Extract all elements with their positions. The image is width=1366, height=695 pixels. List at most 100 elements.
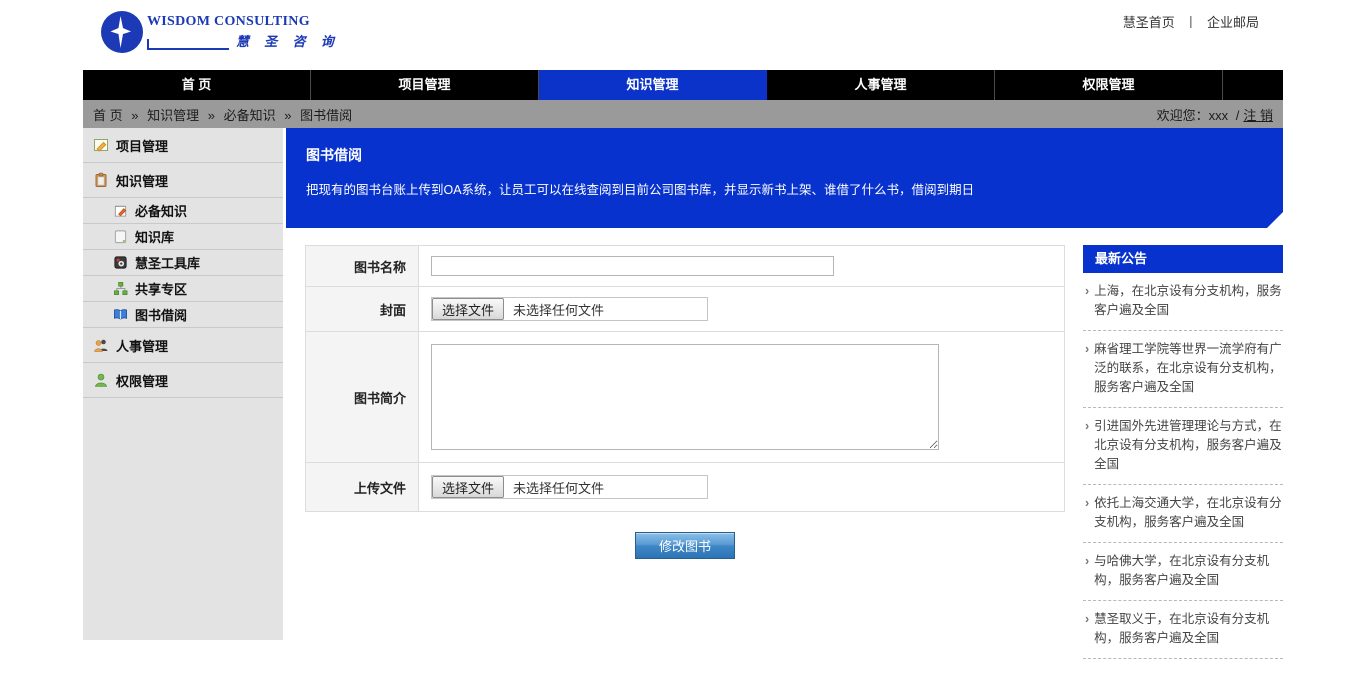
sidebar-item-label: 项目管理 <box>116 138 169 154</box>
tab-permission-management[interactable]: 权限管理 <box>995 70 1223 100</box>
content-body: 图书名称 封面 选择文件 未选择任何文件 图书简介 上传文件 选择文件 未选择任… <box>305 245 1283 659</box>
breadcrumb-separator: » <box>207 107 215 123</box>
notice-item[interactable]: › 麻省理工学院等世界一流学府有广泛的联系，在北京设有分支机构，服务客户遍及全国 <box>1083 331 1283 408</box>
top-bar: WISDOM CONSULTING 慧 圣 咨 询 慧圣首页 丨 企业邮局 <box>83 0 1283 70</box>
sidebar-item-label: 慧圣工具库 <box>135 256 201 271</box>
tab-hr-management[interactable]: 人事管理 <box>767 70 995 100</box>
logout-link[interactable]: 注 销 <box>1243 108 1273 123</box>
sidebar-item-project-management[interactable]: 项目管理 <box>83 128 283 163</box>
form-row-cover: 封面 选择文件 未选择任何文件 <box>306 287 1064 332</box>
cover-file-input[interactable]: 选择文件 未选择任何文件 <box>431 297 708 321</box>
breadcrumb-current-page: 图书借阅 <box>300 107 353 123</box>
sidebar-item-shared-zone[interactable]: 共享专区 <box>83 276 283 302</box>
home-portal-link[interactable]: 慧圣首页 <box>1123 15 1175 30</box>
sidebar-item-label: 必备知识 <box>135 204 188 219</box>
brand-name-chinese: 慧 圣 咨 询 <box>236 34 340 49</box>
upload-choose-file-button[interactable]: 选择文件 <box>432 476 505 498</box>
content-area: 图书借阅 把现有的图书台账上传到OA系统，让员工可以在线查阅到目前公司图书库，并… <box>283 128 1283 659</box>
toolbox-gear-icon <box>114 256 127 269</box>
breadcrumb-knowledge[interactable]: 知识管理 <box>147 108 199 123</box>
notice-item[interactable]: › 上海，在北京设有分支机构，服务客户遍及全国 <box>1083 273 1283 331</box>
latest-notices-panel: 最新公告 › 上海，在北京设有分支机构，服务客户遍及全国 › 麻省理工学院等世界… <box>1083 245 1283 659</box>
sidebar-item-knowledge-management[interactable]: 知识管理 <box>83 163 283 198</box>
welcome-area: 欢迎您：xxx / 注 销 <box>1157 105 1273 124</box>
page-description: 把现有的图书台账上传到OA系统，让员工可以在线查阅到目前公司图书库，并显示新书上… <box>306 183 975 197</box>
people-icon <box>94 339 108 352</box>
sidebar-item-hr-management[interactable]: 人事管理 <box>83 328 283 363</box>
notice-bullet-icon: › <box>1085 284 1090 298</box>
book-name-input[interactable] <box>431 256 834 276</box>
notice-item[interactable]: › 依托上海交通大学，在北京设有分支机构，服务客户遍及全国 <box>1083 485 1283 543</box>
notice-bullet-icon: › <box>1085 342 1090 356</box>
sidebar-item-label: 知识管理 <box>116 173 169 189</box>
breadcrumb: 首 页 » 知识管理 » 必备知识 » 图书借阅 <box>93 105 352 124</box>
breadcrumb-separator: » <box>284 107 292 123</box>
notice-bullet-icon: › <box>1085 419 1090 433</box>
note-pencil-icon <box>94 139 108 152</box>
brand-name: WISDOM CONSULTING <box>147 14 310 29</box>
company-logo: WISDOM CONSULTING 慧 圣 咨 询 <box>101 11 340 53</box>
main-area: 项目管理 知识管理 必备知识 知识库 慧圣工具库 共享专区 图书借阅 人事管理 … <box>83 128 1283 659</box>
welcome-prefix: 欢迎您： <box>1156 107 1209 123</box>
form-row-book-intro: 图书简介 <box>306 332 1064 463</box>
sidebar-item-essential-knowledge[interactable]: 必备知识 <box>83 198 283 224</box>
page-title: 图书借阅 <box>306 147 362 163</box>
page-banner: 图书借阅 把现有的图书台账上传到OA系统，让员工可以在线查阅到目前公司图书库，并… <box>286 128 1283 228</box>
sidebar-item-permission-management[interactable]: 权限管理 <box>83 363 283 398</box>
sidebar-item-label: 权限管理 <box>116 373 169 389</box>
breadcrumb-separator: » <box>131 107 139 123</box>
top-links: 慧圣首页 丨 企业邮局 <box>1123 12 1259 31</box>
sidebar-item-knowledge-base[interactable]: 知识库 <box>83 224 283 250</box>
welcome-slash: / <box>1235 107 1240 123</box>
enterprise-mail-link[interactable]: 企业邮局 <box>1207 15 1259 30</box>
nav-filler <box>1223 70 1283 100</box>
notice-text: 麻省理工学院等世界一流学府有广泛的联系，在北京设有分支机构，服务客户遍及全国 <box>1094 342 1282 394</box>
book-edit-form: 图书名称 封面 选择文件 未选择任何文件 图书简介 上传文件 选择文件 未选择任… <box>305 245 1065 559</box>
notepad-edit-icon <box>114 205 127 217</box>
cover-label: 封面 <box>306 287 419 331</box>
form-row-upload-file: 上传文件 选择文件 未选择任何文件 <box>306 463 1064 511</box>
breadcrumb-home[interactable]: 首 页 <box>93 108 123 123</box>
cover-file-status: 未选择任何文件 <box>513 302 605 318</box>
tab-home[interactable]: 首 页 <box>83 70 311 100</box>
tab-project-management[interactable]: 项目管理 <box>311 70 539 100</box>
logo-star-icon <box>101 11 143 53</box>
form-table: 图书名称 封面 选择文件 未选择任何文件 图书简介 上传文件 选择文件 未选择任… <box>305 245 1065 512</box>
logo-text: WISDOM CONSULTING 慧 圣 咨 询 <box>147 14 340 50</box>
tab-knowledge-management[interactable]: 知识管理 <box>539 70 767 100</box>
sidebar-item-label: 共享专区 <box>135 282 188 297</box>
book-intro-label: 图书简介 <box>306 332 419 462</box>
top-links-separator: 丨 <box>1184 15 1198 30</box>
cover-choose-file-button[interactable]: 选择文件 <box>432 298 505 320</box>
sidebar-item-label: 知识库 <box>135 230 175 245</box>
sidebar-item-book-borrowing[interactable]: 图书借阅 <box>83 302 283 328</box>
username: xxx <box>1208 107 1229 123</box>
notice-text: 慧圣取义于，在北京设有分支机构，服务客户遍及全国 <box>1094 612 1270 645</box>
main-nav: 首 页 项目管理 知识管理 人事管理 权限管理 <box>83 70 1283 100</box>
notice-text: 上海，在北京设有分支机构，服务客户遍及全国 <box>1094 284 1282 317</box>
sitemap-icon <box>114 282 128 295</box>
notice-item[interactable]: › 与哈佛大学，在北京设有分支机构，服务客户遍及全国 <box>1083 543 1283 601</box>
upload-file-input[interactable]: 选择文件 未选择任何文件 <box>431 475 708 499</box>
breadcrumb-essential-knowledge[interactable]: 必备知识 <box>224 108 276 123</box>
notice-bullet-icon: › <box>1085 612 1090 626</box>
book-intro-textarea[interactable] <box>431 344 939 450</box>
book-icon <box>114 230 127 244</box>
notice-item[interactable]: › 慧圣取义于，在北京设有分支机构，服务客户遍及全国 <box>1083 601 1283 659</box>
page: WISDOM CONSULTING 慧 圣 咨 询 慧圣首页 丨 企业邮局 首 … <box>83 0 1283 659</box>
logo-underline <box>147 39 229 50</box>
clipboard-icon <box>95 172 107 187</box>
open-book-icon <box>114 309 127 320</box>
person-icon <box>95 373 107 387</box>
modify-book-button[interactable]: 修改图书 <box>635 532 735 559</box>
upload-file-status: 未选择任何文件 <box>513 480 605 496</box>
form-row-book-name: 图书名称 <box>306 246 1064 287</box>
sidebar-item-label: 图书借阅 <box>135 308 188 323</box>
notice-text: 依托上海交通大学，在北京设有分支机构，服务客户遍及全国 <box>1094 496 1282 529</box>
notice-bullet-icon: › <box>1085 554 1090 568</box>
notices-title: 最新公告 <box>1083 245 1283 273</box>
notice-bullet-icon: › <box>1085 496 1090 510</box>
sidebar-item-tool-library[interactable]: 慧圣工具库 <box>83 250 283 276</box>
sidebar: 项目管理 知识管理 必备知识 知识库 慧圣工具库 共享专区 图书借阅 人事管理 … <box>83 128 283 640</box>
notice-item[interactable]: › 引进国外先进管理理论与方式，在北京设有分支机构，服务客户遍及全国 <box>1083 408 1283 485</box>
